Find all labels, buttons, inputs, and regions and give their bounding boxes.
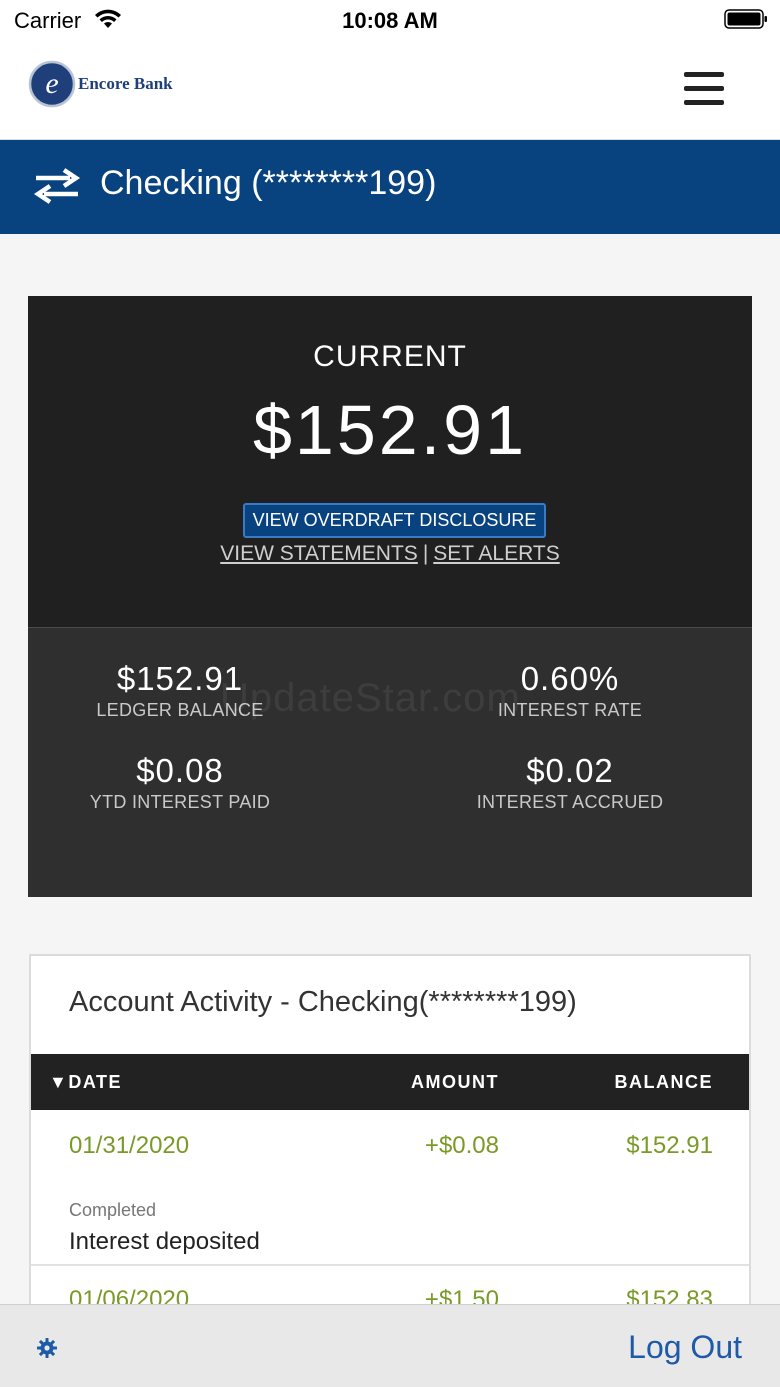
battery-icon <box>724 9 767 29</box>
hamburger-menu-icon[interactable] <box>680 72 728 108</box>
swap-arrows-icon[interactable] <box>32 166 82 206</box>
status-bar: Carrier 10:08 AM <box>0 0 780 42</box>
view-overdraft-disclosure-button[interactable]: VIEW OVERDRAFT DISCLOSURE <box>243 503 546 538</box>
transaction-balance: $152.91 <box>626 1132 713 1159</box>
interest-accrued-stat: $0.02 INTEREST ACCRUED <box>389 752 751 813</box>
amount-column-header[interactable]: AMOUNT <box>411 1072 499 1093</box>
bank-name: Encore Bank <box>78 74 173 93</box>
ytd-interest-paid-label: YTD INTEREST PAID <box>89 792 271 812</box>
balance-column-header[interactable]: BALANCE <box>615 1072 714 1093</box>
current-balance-section: CURRENT $152.91 VIEW OVERDRAFT DISCLOSUR… <box>28 296 752 628</box>
bottom-bar: Log Out <box>0 1304 780 1387</box>
transaction-status: Completed <box>69 1200 157 1220</box>
current-label: CURRENT <box>313 340 467 373</box>
svg-text:e: e <box>45 67 58 100</box>
transaction-date: 01/31/2020 <box>69 1132 190 1159</box>
app-header: e Encore Bank <box>0 42 780 140</box>
activity-table-header: ▼DATE AMOUNT BALANCE <box>31 1054 749 1110</box>
transaction-description: Interest deposited <box>69 1228 260 1255</box>
set-alerts-link[interactable]: SET ALERTS <box>433 542 559 565</box>
interest-accrued-label: INTEREST ACCRUED <box>476 792 664 812</box>
account-title: Checking (********199) <box>100 164 437 202</box>
transaction-row[interactable]: 01/31/2020 +$0.08 $152.91 Completed Inte… <box>31 1110 749 1266</box>
ytd-interest-paid-stat: $0.08 YTD INTEREST PAID <box>0 752 361 813</box>
account-activity-panel: Account Activity - Checking(********199)… <box>29 954 751 1314</box>
bank-logo[interactable]: e Encore Bank <box>28 60 188 108</box>
balance-summary-card: CURRENT $152.91 VIEW OVERDRAFT DISCLOSUR… <box>28 296 752 897</box>
logout-button[interactable]: Log Out <box>628 1329 742 1366</box>
status-time: 10:08 AM <box>342 8 438 33</box>
statement-links: VIEW STATEMENTS | SET ALERTS <box>28 542 752 566</box>
watermark-text: UpdateStar.com <box>220 676 521 720</box>
view-statements-link[interactable]: VIEW STATEMENTS <box>220 542 418 565</box>
gear-icon[interactable] <box>36 1337 58 1359</box>
bank-logo-icon: e <box>28 60 76 108</box>
link-separator: | <box>422 542 429 565</box>
current-amount: $152.91 <box>252 391 528 469</box>
interest-accrued-value: $0.02 <box>526 752 614 789</box>
ytd-interest-paid-value: $0.08 <box>136 752 224 789</box>
transaction-amount: +$0.08 <box>424 1132 499 1159</box>
activity-title: Account Activity - Checking(********199) <box>69 986 577 1018</box>
account-header-bar: Checking (********199) <box>0 140 780 234</box>
date-column-header[interactable]: ▼DATE <box>49 1072 122 1093</box>
